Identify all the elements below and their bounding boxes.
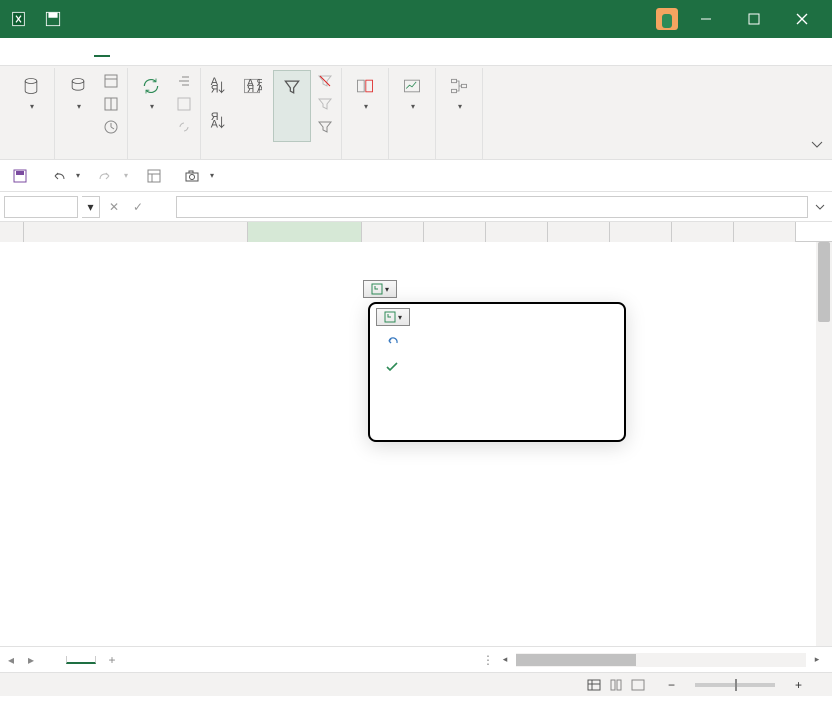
svg-text:Я А: Я А [247, 84, 262, 95]
sort-az-button[interactable]: АЯ [205, 70, 231, 104]
forecast-icon [398, 72, 426, 100]
menu-formulas[interactable] [76, 48, 92, 56]
qat-undo-button[interactable]: ▾ [46, 166, 84, 186]
ctx-select-changed[interactable] [376, 406, 618, 432]
qat-save-button[interactable] [8, 166, 36, 186]
close-button[interactable] [782, 0, 822, 38]
fx-icon[interactable] [152, 196, 172, 218]
cancel-formula-icon[interactable]: ✕ [104, 196, 124, 218]
svg-text:А: А [211, 118, 219, 130]
create-query-button[interactable]: ▾ [59, 70, 97, 142]
vscroll-thumb[interactable] [818, 242, 830, 322]
edit-links-button[interactable] [172, 116, 196, 138]
maximize-button[interactable] [734, 0, 774, 38]
zoom-out-button[interactable]: − [668, 678, 675, 692]
query-icon [64, 72, 92, 100]
horizontal-scrollbar[interactable] [516, 653, 806, 667]
menu-insert[interactable] [40, 48, 56, 56]
filter-button[interactable] [273, 70, 311, 142]
connections-button[interactable] [172, 70, 196, 92]
minimize-button[interactable] [686, 0, 726, 38]
structure-button[interactable]: ▾ [440, 70, 478, 142]
hscroll-right[interactable]: ▸ [810, 653, 824, 667]
ctx-undo-flash-fill[interactable] [376, 328, 618, 354]
col-header-c[interactable] [362, 222, 424, 242]
flash-fill-context-menu [368, 302, 626, 442]
view-normal-button[interactable] [584, 676, 604, 694]
from-table-button[interactable] [99, 93, 123, 115]
collapse-ribbon-icon[interactable] [810, 138, 824, 155]
properties-button[interactable] [172, 93, 196, 115]
show-queries-button[interactable] [99, 70, 123, 92]
user-avatar[interactable] [656, 8, 678, 30]
svg-text:Я: Я [211, 83, 219, 95]
menu-table-design[interactable] [184, 48, 200, 56]
hscroll-thumb[interactable] [516, 654, 636, 666]
add-sheet-button[interactable]: + [100, 653, 124, 667]
data-tools-button[interactable]: ▾ [346, 70, 384, 142]
sort-icon: А ЯЯ А [238, 72, 266, 100]
col-header-g[interactable] [610, 222, 672, 242]
flash-fill-options-button[interactable] [363, 280, 397, 298]
excel-app-icon [10, 8, 32, 30]
col-header-d[interactable] [424, 222, 486, 242]
refresh-all-button[interactable]: ▾ [132, 70, 170, 142]
view-page-layout-button[interactable] [606, 676, 626, 694]
recent-sources-button[interactable] [99, 116, 123, 138]
qat-redo-button[interactable]: ▾ [94, 166, 132, 186]
name-box[interactable] [4, 196, 78, 218]
menu-view[interactable] [130, 48, 146, 56]
sort-button[interactable]: А ЯЯ А [233, 70, 271, 142]
ctx-accept-suggestions[interactable] [376, 354, 618, 380]
col-header-i[interactable] [734, 222, 796, 242]
clear-filter-button[interactable] [313, 70, 337, 92]
forecast-button[interactable]: ▾ [393, 70, 431, 142]
zoom-in-button[interactable]: + [795, 678, 802, 692]
col-header-a[interactable] [24, 222, 248, 242]
reapply-button[interactable] [313, 93, 337, 115]
col-header-f[interactable] [548, 222, 610, 242]
menu-home[interactable] [22, 48, 38, 56]
menu-developer[interactable] [148, 48, 164, 56]
menu-data[interactable] [94, 47, 110, 57]
advanced-button[interactable] [313, 116, 337, 138]
col-header-e[interactable] [486, 222, 548, 242]
zoom-slider[interactable] [695, 683, 775, 687]
col-header-h[interactable] [672, 222, 734, 242]
undo-icon [384, 333, 400, 349]
sort-za-button[interactable]: ЯА [205, 105, 231, 139]
hscroll-left[interactable]: ◂ [498, 653, 512, 667]
ctx-select-empty [376, 380, 618, 406]
refresh-icon [137, 72, 165, 100]
select-all-corner[interactable] [0, 222, 24, 242]
sheet-nav-next[interactable]: ▸ [28, 653, 44, 667]
qat-camera-button[interactable]: ▾ [180, 166, 218, 186]
menu-layout[interactable] [58, 48, 74, 56]
accept-formula-icon[interactable]: ✓ [128, 196, 148, 218]
menu-file[interactable] [4, 48, 20, 56]
view-page-break-button[interactable] [628, 676, 648, 694]
check-icon [384, 359, 400, 375]
name-box-dropdown[interactable]: ▾ [82, 196, 100, 218]
filter-icon [278, 73, 306, 101]
split-handle[interactable]: ⋮ [482, 653, 494, 667]
formula-input[interactable] [176, 196, 808, 218]
data-tools-icon [351, 72, 379, 100]
sheet-tab-1[interactable] [66, 656, 96, 664]
qat-other-button[interactable] [142, 166, 170, 186]
flash-fill-options-button-inmenu[interactable] [376, 308, 410, 326]
structure-icon [445, 72, 473, 100]
expand-formula-bar-icon[interactable] [812, 201, 828, 213]
col-header-b[interactable] [248, 222, 362, 242]
vertical-scrollbar[interactable] [816, 242, 832, 646]
get-external-data-button[interactable]: ▾ [12, 70, 50, 142]
autosave-icon[interactable] [42, 8, 64, 30]
menu-review[interactable] [112, 48, 128, 56]
database-icon [17, 72, 45, 100]
sheet-nav-prev[interactable]: ◂ [8, 653, 24, 667]
menu-help[interactable] [166, 48, 182, 56]
